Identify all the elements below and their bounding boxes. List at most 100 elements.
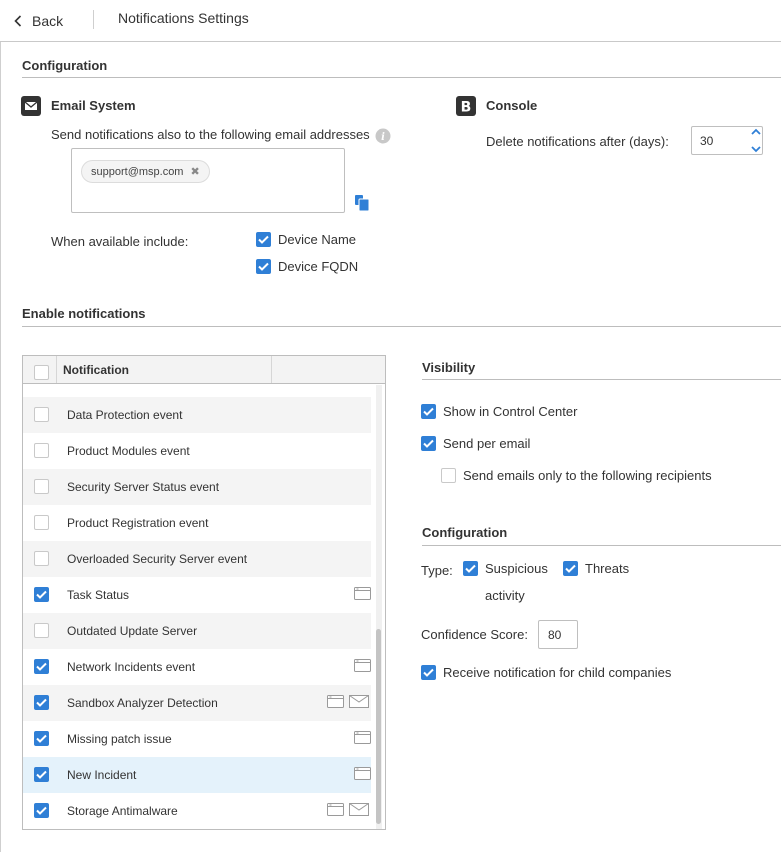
- console-title: Console: [486, 98, 538, 113]
- email-recipients-field[interactable]: support@msp.com ✖: [71, 148, 345, 213]
- notifications-table: Notification Data Protection event Produc…: [22, 355, 386, 830]
- row-checkbox[interactable]: [34, 767, 49, 782]
- chevron-up-icon[interactable]: [751, 128, 761, 135]
- row-label: Storage Antimalware: [67, 804, 178, 818]
- enable-notifications-heading: Enable notifications: [22, 306, 146, 321]
- include-label: When available include:: [51, 234, 189, 249]
- table-row[interactable]: Missing patch issue: [23, 721, 371, 757]
- suspicious-activity-checkbox[interactable]: [463, 561, 478, 576]
- row-checkbox[interactable]: [34, 659, 49, 674]
- console-icon: [354, 767, 371, 783]
- table-row[interactable]: Outdated Update Server: [23, 613, 371, 649]
- configuration-divider: [22, 77, 781, 78]
- email-tag: support@msp.com ✖: [81, 160, 210, 183]
- detail-configuration-divider: [422, 545, 781, 546]
- type-label: Type:: [421, 563, 453, 578]
- row-checkbox[interactable]: [34, 587, 49, 602]
- table-row[interactable]: Network Incidents event: [23, 649, 371, 685]
- svg-text:i: i: [381, 132, 385, 143]
- suspicious-label-line2: activity: [485, 588, 525, 603]
- table-row[interactable]: Sandbox Analyzer Detection: [23, 685, 371, 721]
- table-row[interactable]: Product Registration event: [23, 505, 371, 541]
- row-checkbox[interactable]: [34, 551, 49, 566]
- email-system-icon: [21, 96, 41, 119]
- row-checkbox[interactable]: [34, 695, 49, 710]
- table-row[interactable]: Data Protection event: [23, 397, 371, 433]
- send-per-email-checkbox[interactable]: [421, 436, 436, 451]
- threats-checkbox[interactable]: [563, 561, 578, 576]
- suspicious-activity-option[interactable]: Suspicious activity: [463, 561, 548, 609]
- email-tag-label: support@msp.com: [91, 165, 184, 178]
- paste-icon[interactable]: [354, 194, 370, 215]
- table-row[interactable]: Overloaded Security Server event: [23, 541, 371, 577]
- child-companies-checkbox[interactable]: [421, 665, 436, 680]
- only-recipients-checkbox[interactable]: [441, 468, 456, 483]
- row-label: Network Incidents event: [67, 660, 196, 674]
- row-label: Data Protection event: [67, 408, 183, 422]
- email-description: Send notifications also to the following…: [51, 127, 370, 142]
- row-checkbox[interactable]: [34, 443, 49, 458]
- table-row[interactable]: Product Modules event: [23, 433, 371, 469]
- row-label: Security Server Status event: [67, 480, 220, 494]
- table-row[interactable]: Security Server Status event: [23, 469, 371, 505]
- child-companies-option[interactable]: Receive notification for child companies: [421, 665, 671, 680]
- row-label: Product Registration event: [67, 516, 209, 530]
- send-per-email-label: Send per email: [443, 436, 531, 451]
- row-label: Task Status: [67, 588, 130, 602]
- back-button[interactable]: Back: [14, 10, 63, 32]
- row-label: Outdated Update Server: [67, 624, 198, 638]
- console-icon: [327, 803, 344, 819]
- device-fqdn-checkbox[interactable]: [256, 259, 271, 274]
- delete-days-label: Delete notifications after (days):: [486, 134, 669, 149]
- back-label: Back: [32, 13, 64, 29]
- confidence-score-label: Confidence Score:: [421, 627, 528, 642]
- show-in-control-center-checkbox[interactable]: [421, 404, 436, 419]
- show-in-control-center-option[interactable]: Show in Control Center: [421, 404, 577, 419]
- delete-days-stepper[interactable]: [749, 126, 763, 155]
- table-row[interactable]: Storage Antimalware: [23, 793, 371, 829]
- device-name-checkbox[interactable]: [256, 232, 271, 247]
- email-icon: [349, 695, 369, 711]
- suspicious-label-line1: Suspicious: [485, 561, 548, 576]
- only-recipients-option[interactable]: Send emails only to the following recipi…: [441, 468, 712, 483]
- row-checkbox[interactable]: [34, 731, 49, 746]
- row-checkbox[interactable]: [34, 623, 49, 638]
- console-icon: [327, 695, 344, 711]
- row-checkbox[interactable]: [34, 803, 49, 818]
- only-recipients-label: Send emails only to the following recipi…: [463, 468, 712, 483]
- device-name-label: Device Name: [278, 232, 357, 247]
- row-checkbox[interactable]: [34, 515, 49, 530]
- configuration-heading: Configuration: [22, 58, 108, 73]
- table-row[interactable]: Task Status: [23, 577, 371, 613]
- row-checkbox[interactable]: [34, 407, 49, 422]
- remove-email-icon[interactable]: ✖: [190, 165, 199, 178]
- row-label: Overloaded Security Server event: [67, 552, 248, 566]
- row-checkbox[interactable]: [34, 365, 49, 380]
- child-companies-label: Receive notification for child companies: [443, 665, 672, 680]
- email-system-title: Email System: [51, 98, 136, 113]
- table-row[interactable]: New Incident: [23, 757, 371, 793]
- row-label: Missing patch issue: [67, 732, 172, 746]
- email-icon: [349, 803, 369, 819]
- device-name-option[interactable]: Device Name: [256, 232, 356, 247]
- info-icon[interactable]: i: [375, 128, 391, 147]
- console-icon: [354, 587, 371, 603]
- table-row: [23, 365, 371, 385]
- show-in-control-center-label: Show in Control Center: [443, 404, 578, 419]
- visibility-divider: [422, 379, 781, 380]
- row-label: Product Modules event: [67, 444, 190, 458]
- send-per-email-option[interactable]: Send per email: [421, 436, 530, 451]
- row-label: New Incident: [67, 768, 137, 782]
- svg-text:B: B: [461, 100, 472, 116]
- chevron-down-icon[interactable]: [751, 146, 761, 153]
- console-icon: [354, 659, 371, 675]
- table-scrollbar-thumb[interactable]: [376, 629, 381, 824]
- header-divider: [93, 10, 94, 29]
- row-checkbox[interactable]: [34, 479, 49, 494]
- detail-configuration-heading: Configuration: [422, 525, 508, 540]
- enable-notifications-divider: [22, 326, 781, 327]
- console-icon: B: [456, 96, 476, 119]
- threats-option[interactable]: Threats: [563, 561, 629, 576]
- confidence-score-input[interactable]: 80: [538, 620, 578, 649]
- device-fqdn-option[interactable]: Device FQDN: [256, 259, 358, 274]
